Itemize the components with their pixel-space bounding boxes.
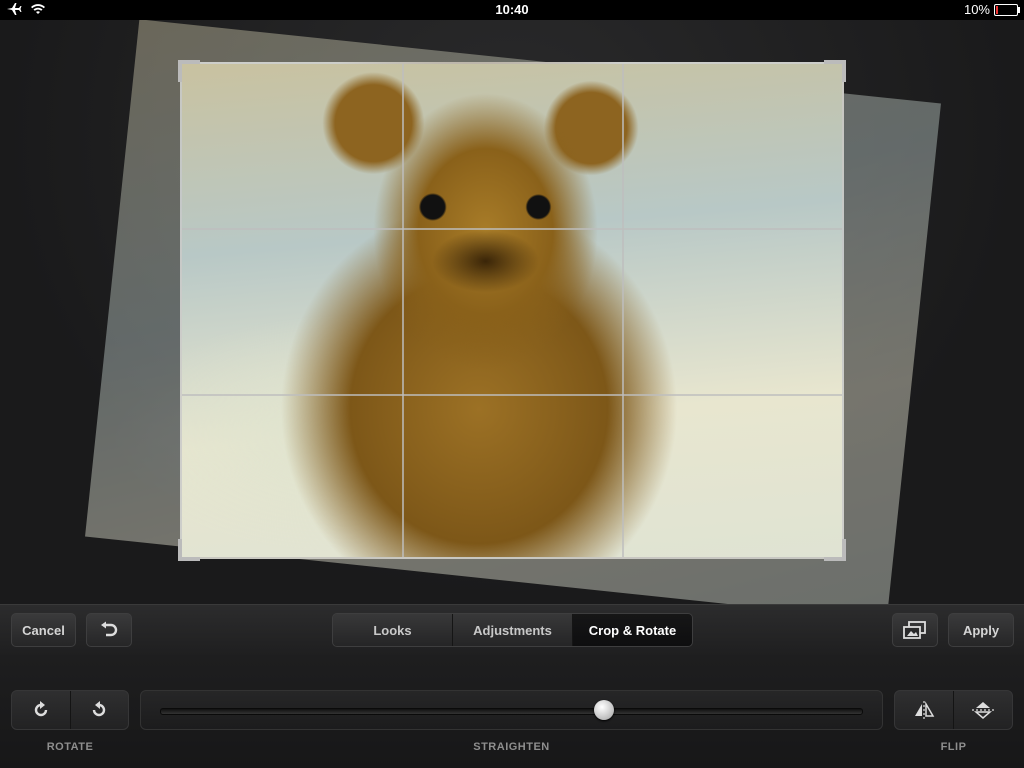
battery-fill: [996, 5, 998, 14]
status-bar: 10:40 10%: [0, 0, 1024, 20]
flip-horizontal-button[interactable]: [895, 691, 954, 729]
rotate-clockwise-button[interactable]: [12, 691, 71, 729]
flip-caption: FLIP: [940, 741, 967, 753]
straighten-slider-track[interactable]: [160, 708, 863, 715]
photo-canvas: [0, 20, 1024, 604]
tab-adjustments[interactable]: Adjustments: [453, 614, 573, 646]
undo-icon: [99, 621, 119, 639]
crop-rotate-panel: ROTATE STRAIGHTEN FLIP: [0, 655, 1024, 768]
crop-frame[interactable]: [178, 60, 846, 561]
rotate-clockwise-icon: [31, 700, 51, 720]
battery-icon: [994, 3, 1020, 16]
mode-tabs: Looks Adjustments Crop & Rotate: [332, 613, 693, 647]
crop-handle-top-left[interactable]: [178, 60, 200, 82]
crop-grid-line: [182, 394, 842, 396]
crop-grid-line: [402, 64, 404, 557]
compare-icon: [903, 621, 927, 639]
rotate-controls: [11, 690, 129, 730]
flip-vertical-icon: [972, 700, 994, 720]
tab-crop-rotate[interactable]: Crop & Rotate: [573, 614, 692, 646]
flip-horizontal-icon: [913, 701, 935, 719]
rotate-counterclockwise-button[interactable]: [71, 691, 129, 729]
crop-grid-line: [622, 64, 624, 557]
crop-handle-bottom-left[interactable]: [178, 539, 200, 561]
straighten-slider[interactable]: [140, 690, 883, 730]
undo-button[interactable]: [86, 613, 132, 647]
rotate-counterclockwise-icon: [89, 700, 109, 720]
straighten-caption: STRAIGHTEN: [473, 741, 550, 753]
straighten-slider-thumb[interactable]: [594, 700, 615, 720]
flip-vertical-button[interactable]: [954, 691, 1012, 729]
cancel-button[interactable]: Cancel: [11, 613, 76, 647]
crop-handle-top-right[interactable]: [824, 60, 846, 82]
compare-button[interactable]: [892, 613, 938, 647]
tab-looks[interactable]: Looks: [333, 614, 453, 646]
status-right: 10%: [963, 2, 1020, 17]
status-time: 10:40: [495, 2, 529, 17]
crop-grid-line: [182, 228, 842, 230]
flip-controls: [894, 690, 1013, 730]
apply-button[interactable]: Apply: [948, 613, 1014, 647]
battery-percent: 10%: [963, 2, 990, 17]
editor-toolbar: Cancel Looks Adjustments Crop & Rotate A…: [0, 604, 1024, 656]
rotate-caption: ROTATE: [46, 741, 94, 753]
crop-handle-bottom-right[interactable]: [824, 539, 846, 561]
